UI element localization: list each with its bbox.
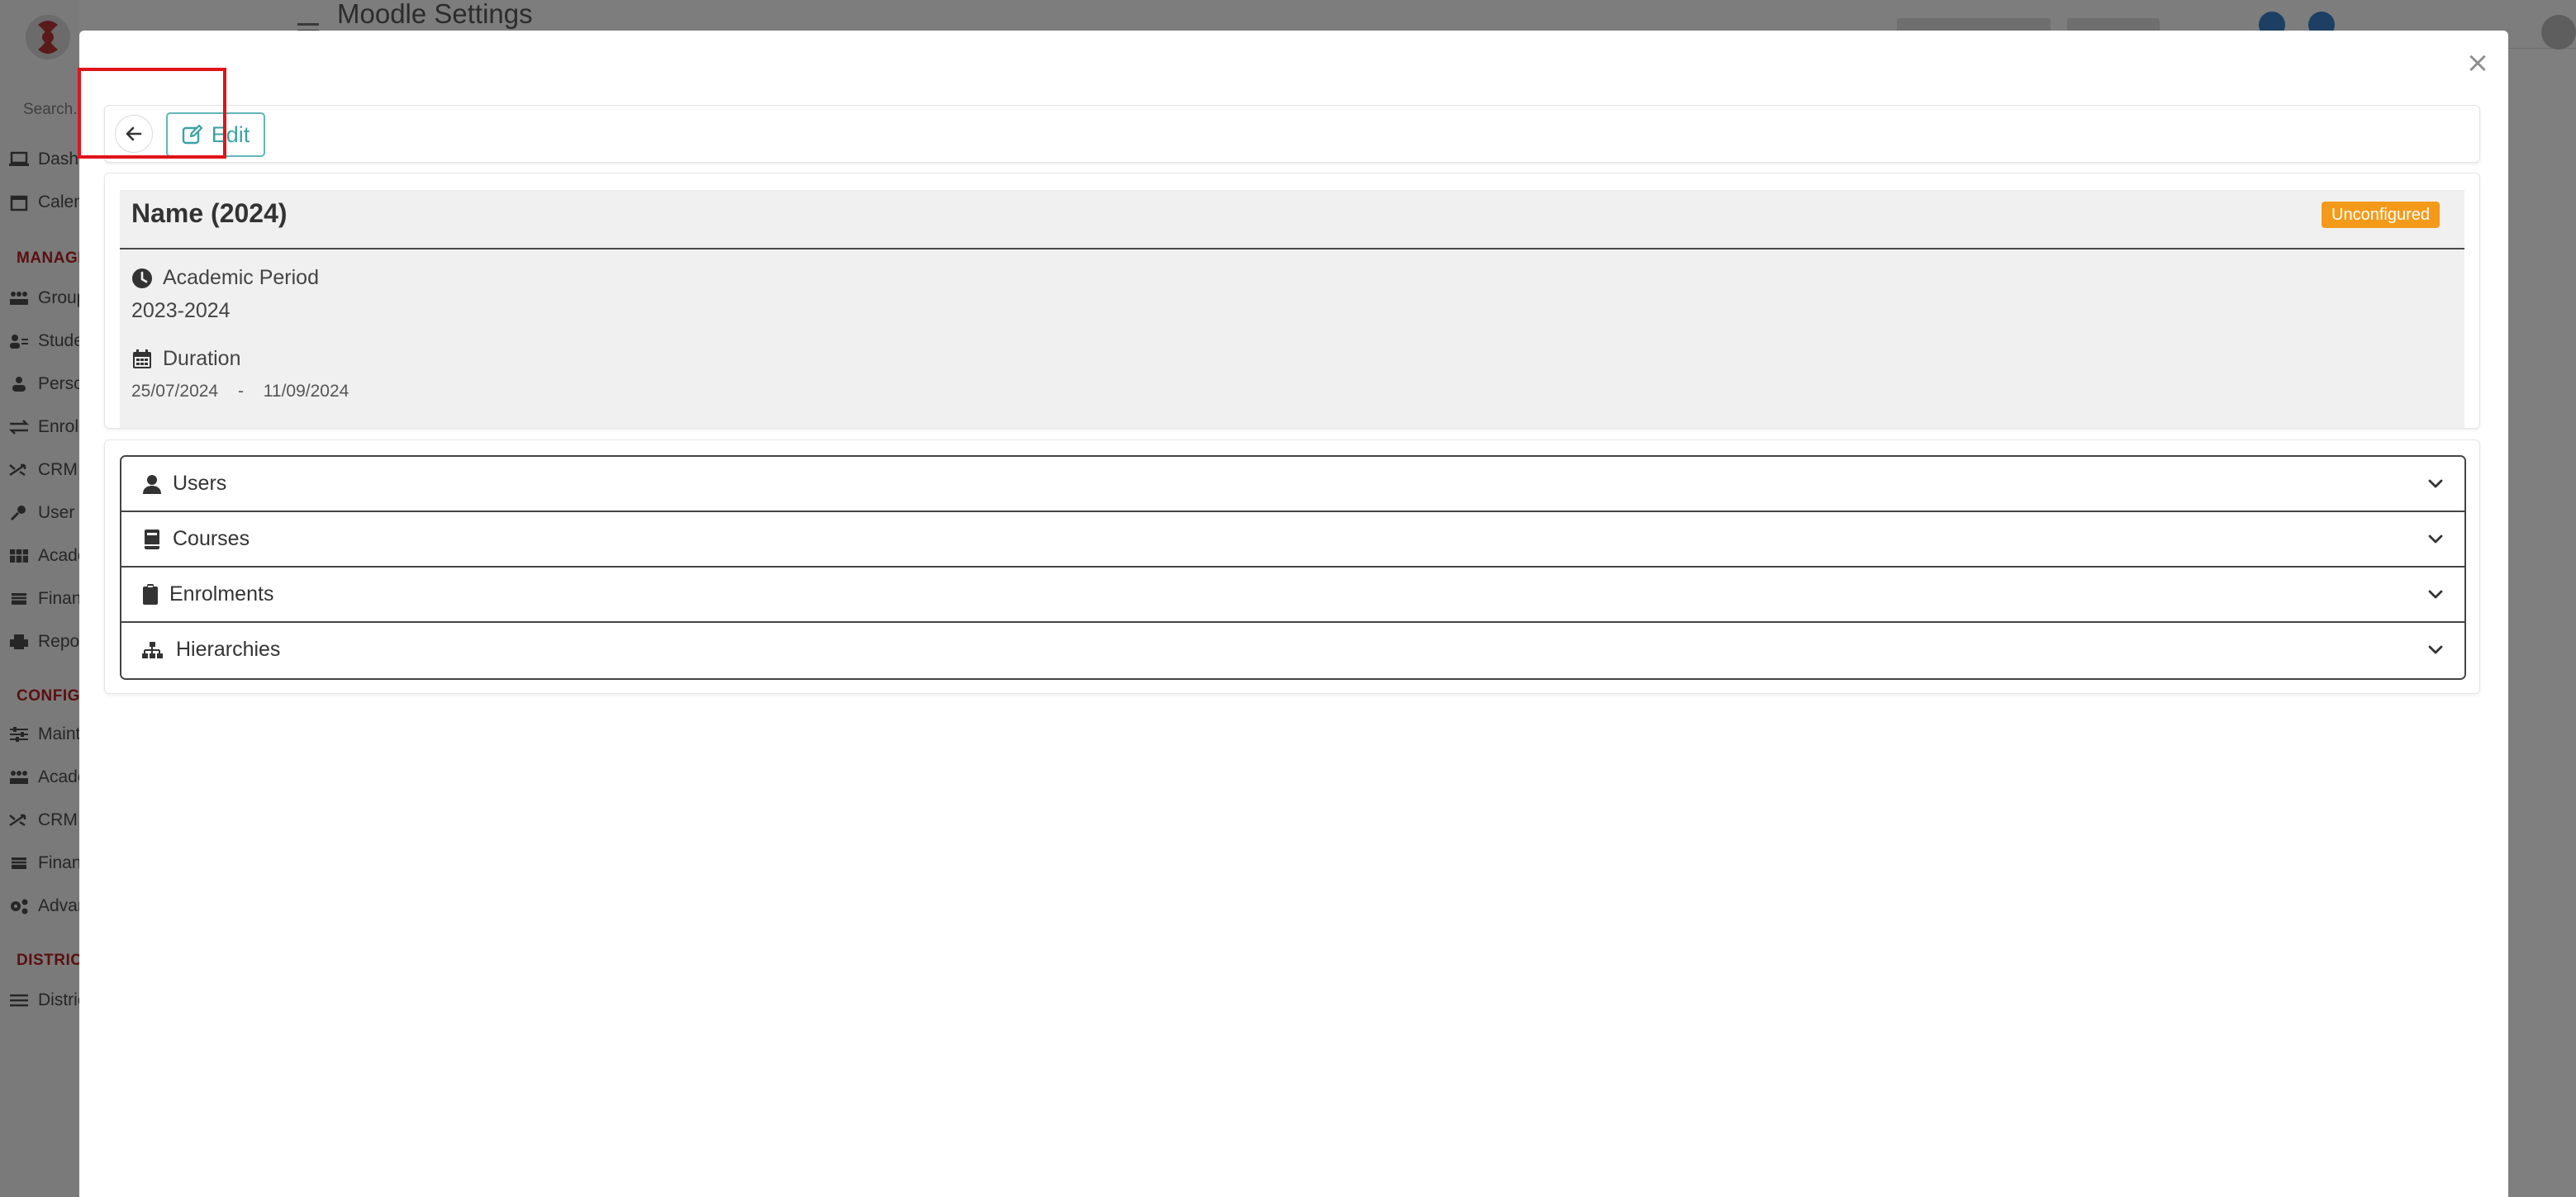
sidebar-item-reports: Reports <box>8 629 79 654</box>
accordion-item-enrolments[interactable]: Enrolments <box>121 568 2464 623</box>
accordion-label: Enrolments <box>169 582 274 606</box>
duration-separator: - <box>237 382 244 401</box>
sidebar-item-academic: Academic <box>8 544 79 568</box>
duration-end: 11/09/2024 <box>263 382 349 401</box>
section-config: CONFIG <box>17 687 79 705</box>
duration-value: 25/07/2024 - 11/09/2024 <box>131 382 349 401</box>
section-districts: DISTRICTS <box>17 952 79 969</box>
details-panel: Name (2024) Unconfigured Academic Period… <box>120 190 2464 428</box>
cash-icon <box>8 854 30 872</box>
edit-highlight-annotation <box>78 68 226 159</box>
sidebar-search: Search... <box>23 101 79 118</box>
accordion-label: Courses <box>173 527 250 550</box>
accordion-item-users[interactable]: Users <box>121 457 2464 512</box>
record-title: Name (2024) <box>131 198 288 228</box>
chevron-down-icon <box>2425 529 2446 550</box>
sidebar-item-districts: Districts <box>8 988 79 1013</box>
cash-icon <box>8 590 30 608</box>
sliders-icon <box>8 725 30 743</box>
sidebar-item-advanced: Advanced <box>8 894 79 919</box>
close-icon[interactable]: × <box>2464 49 2492 77</box>
sidebar-item-persons: Persons <box>8 372 79 397</box>
section-manage: MANAGE <box>17 249 79 267</box>
list-icon <box>8 991 30 1009</box>
sections-card: Users Courses Enrolments Hierarchies <box>104 439 2480 694</box>
sitemap-icon <box>141 639 163 661</box>
sidebar-item-crm: CRM <box>8 458 78 482</box>
groups-icon <box>8 289 30 307</box>
groups-icon <box>8 768 30 786</box>
sidebar-item-students: Students <box>8 329 79 354</box>
sidebar-item-calendar: Calendar <box>8 190 79 215</box>
sidebar-item-maintenance: Maintenance <box>8 722 79 747</box>
title-divider <box>120 248 2464 249</box>
page-title: Moodle Settings <box>337 0 533 29</box>
modal-toolbar: Edit <box>104 105 2480 163</box>
logo-icon <box>26 15 70 59</box>
cogs-icon <box>8 897 30 915</box>
key-icon <box>8 504 30 522</box>
settings-modal: × Edit Name (2024) Unconfigured Academic… <box>79 31 2508 1197</box>
printer-icon <box>8 633 30 651</box>
clock-icon <box>132 268 152 288</box>
accordion-label: Users <box>173 472 227 495</box>
accordion-item-hierarchies[interactable]: Hierarchies <box>121 623 2464 678</box>
sidebar-item-user: User <box>8 501 74 525</box>
avatar <box>2541 15 2576 50</box>
academic-period-value: 2023-2024 <box>131 299 231 322</box>
accordion-label: Hierarchies <box>176 638 281 661</box>
sidebar-item-groups: Groups <box>8 286 79 311</box>
accordion: Users Courses Enrolments Hierarchies <box>120 455 2466 680</box>
shuffle-icon <box>8 461 30 479</box>
user-icon <box>141 473 163 495</box>
duration-start: 25/07/2024 <box>131 382 219 401</box>
exchange-icon <box>8 418 30 436</box>
sidebar-item-crm-config: CRM <box>8 808 78 833</box>
clipboard-icon <box>140 584 161 606</box>
students-icon <box>8 332 30 350</box>
accordion-item-courses[interactable]: Courses <box>121 512 2464 568</box>
duration-label: Duration <box>131 347 241 371</box>
book-icon <box>141 529 163 550</box>
persons-icon <box>8 375 30 393</box>
sidebar-item-enrolments: Enrolments <box>8 415 79 439</box>
status-badge: Unconfigured <box>2322 202 2440 228</box>
sidebar: Search... Dashboard Calendar MANAGE Grou… <box>0 0 79 1197</box>
sidebar-item-dashboard: Dashboard <box>8 147 79 172</box>
calendar-icon <box>133 349 151 368</box>
chevron-down-icon <box>2425 639 2446 661</box>
academic-period-label: Academic Period <box>131 266 319 290</box>
chevron-down-icon <box>2425 584 2446 606</box>
sidebar-item-finance-config: Finance <box>8 851 79 876</box>
sidebar-item-finance: Finance <box>8 587 79 611</box>
laptop-icon <box>8 150 30 169</box>
details-card: Name (2024) Unconfigured Academic Period… <box>104 173 2480 429</box>
calendar-icon <box>8 193 30 211</box>
shuffle-icon <box>8 811 30 829</box>
sidebar-item-academic-config: Academic <box>8 765 79 790</box>
table-icon <box>8 547 30 565</box>
chevron-down-icon <box>2425 473 2446 495</box>
